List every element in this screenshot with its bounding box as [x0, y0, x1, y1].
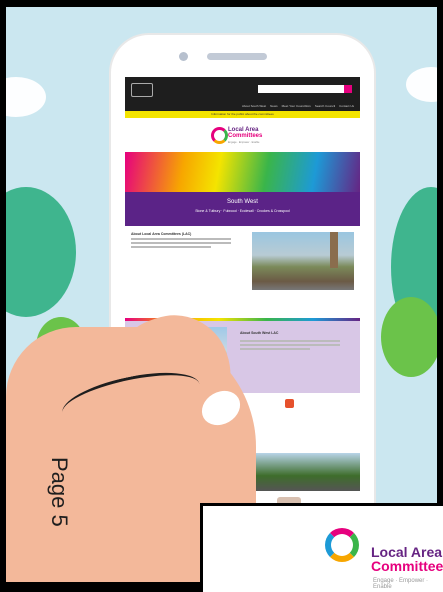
hero-graphic [125, 152, 360, 192]
tree-right-2 [381, 297, 437, 377]
about-sw-text [240, 338, 340, 350]
nav-item[interactable]: Contact Us [339, 101, 354, 111]
lac-logo-card: Local Area Committees Engage · Empower ·… [200, 503, 443, 592]
text-line [240, 348, 310, 350]
region-name: South West [227, 199, 258, 205]
cloud-right [406, 67, 437, 102]
brand-title: Local Area Committees [228, 127, 262, 139]
nav-item[interactable]: Meet Your Councillors [282, 101, 311, 111]
about-lac-section: About Local Area Committees (LAC) [125, 226, 360, 318]
nav-item[interactable]: About South West [242, 101, 266, 111]
site-nav: About South West News Meet Your Councill… [125, 101, 360, 111]
logo-title-line2: Committees [371, 558, 443, 574]
church-tower [330, 232, 338, 268]
text-line [240, 344, 340, 346]
search-input[interactable] [258, 85, 344, 93]
page-number: Page 5 [47, 457, 72, 527]
text-line [131, 238, 231, 240]
logo-tagline: Engage · Empower · Enable [373, 578, 429, 590]
home-icon [285, 399, 294, 408]
text-line [131, 242, 231, 244]
text-line [240, 340, 340, 342]
nav-item[interactable]: News [270, 101, 278, 111]
brand-line2: Committees [228, 133, 263, 139]
search-button[interactable] [344, 85, 352, 93]
region-towns: Stone & Tutbury · Fulwood · Ecclesall · … [195, 209, 290, 213]
lac-ring-icon [325, 528, 359, 562]
cloud-left [6, 77, 46, 117]
phone-camera [179, 52, 188, 61]
council-logo[interactable] [131, 83, 153, 97]
phone-speaker [207, 53, 267, 60]
tree-left-1 [6, 187, 76, 317]
town-photo [252, 232, 354, 290]
brand-area: Local Area Committees Engage · Empower ·… [125, 118, 360, 152]
region-banner: South West Stone & Tutbury · Fulwood · E… [125, 192, 360, 226]
about-sw-title: About South West LAC [240, 331, 279, 335]
illustration-frame: About South West News Meet Your Councill… [6, 7, 437, 582]
text-line [131, 246, 211, 248]
nav-item[interactable]: Search Council [315, 101, 335, 111]
brand-tagline: Engage · Empower · Enable [228, 141, 260, 144]
site-header [125, 77, 360, 101]
notice-banner: Information for the public about the com… [125, 111, 360, 118]
lac-logo-icon [211, 127, 228, 144]
